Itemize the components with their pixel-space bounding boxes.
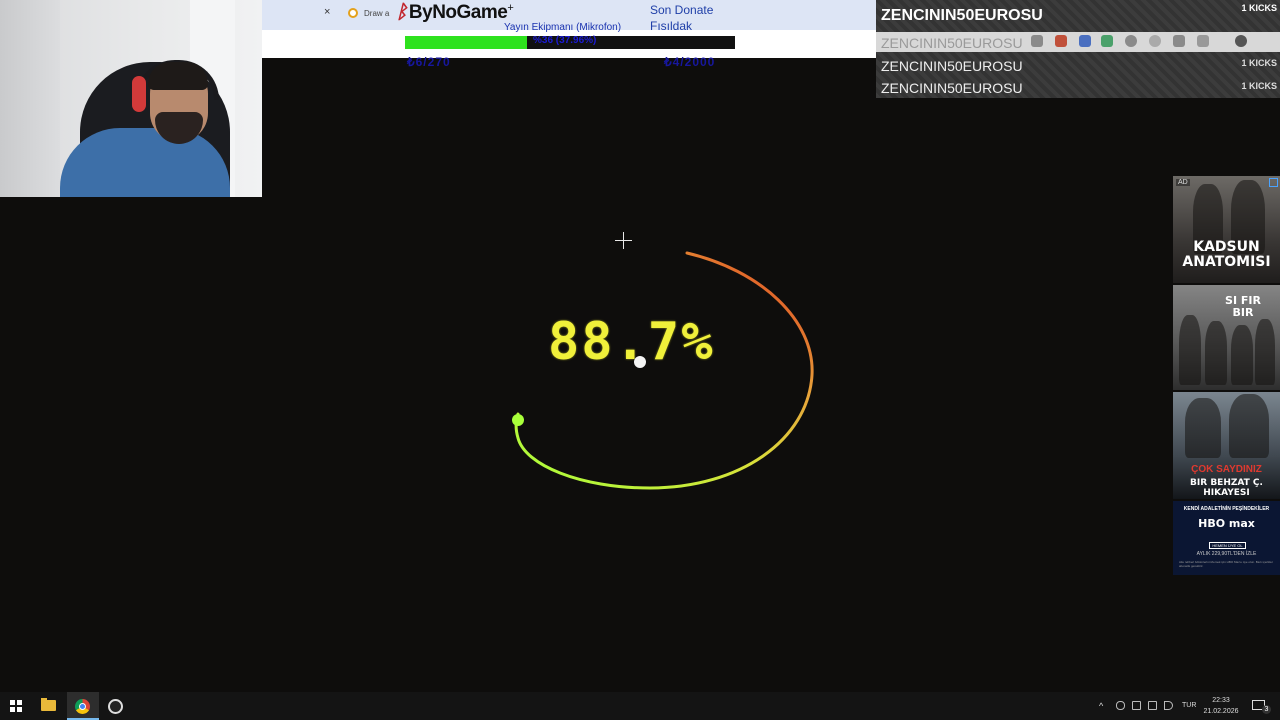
windows-start-icon bbox=[10, 700, 22, 712]
ad-title: BIR BEHZAT Ç. HIKAYESI bbox=[1190, 478, 1263, 498]
ad-banner[interactable]: KENDİ ADALETİNİN PEŞİNDEKİLER HBO max HE… bbox=[1173, 501, 1280, 575]
crosshair-cursor-icon bbox=[615, 232, 632, 249]
ad-price: AYLIK 229,90TL'DEN İZLE bbox=[1196, 551, 1257, 557]
chrome-icon bbox=[75, 699, 90, 714]
ad-tagline: KENDİ ADALETİNİN PEŞİNDEKİLER bbox=[1183, 506, 1270, 512]
taskbar-file-explorer[interactable] bbox=[33, 692, 65, 720]
notification-count: 3 bbox=[1262, 705, 1271, 714]
circle-accuracy-score: 88.7% bbox=[548, 312, 715, 372]
adchoices-icon[interactable] bbox=[1269, 178, 1278, 187]
clock-time: 22:33 bbox=[1212, 697, 1230, 704]
ad-title: SI FIR BIR bbox=[1225, 294, 1261, 319]
ad-cta-button[interactable]: HEMEN ÜYE OL bbox=[1209, 542, 1246, 549]
ad-subtitle: ÇOK SAYDINIZ bbox=[1191, 464, 1262, 475]
ad-title: KADSUN ANATOMISI bbox=[1182, 239, 1271, 270]
ad-banner[interactable]: SI FIR BIR bbox=[1173, 285, 1280, 390]
ad-fine-print: Aile rehberi bölümlerini izlemek için HB… bbox=[1179, 560, 1273, 568]
ad-badge: AD bbox=[1176, 179, 1190, 186]
folder-icon bbox=[41, 698, 56, 711]
clock-date: 21.02.2026 bbox=[1203, 708, 1239, 715]
taskbar-obs[interactable] bbox=[100, 692, 132, 720]
taskbar: ^ TUR 22:33 21.02.2026 3 bbox=[0, 692, 1280, 720]
ad-banner[interactable]: ÇOK SAYDINIZ BIR BEHZAT Ç. HIKAYESI bbox=[1173, 392, 1280, 499]
ad-figure bbox=[1205, 321, 1227, 385]
ad-figure bbox=[1255, 319, 1275, 385]
circle-center-dot bbox=[634, 356, 646, 368]
ad-figure bbox=[1229, 394, 1269, 458]
ad-figure bbox=[1179, 315, 1201, 385]
volume-icon[interactable] bbox=[1164, 701, 1173, 710]
ad-figure bbox=[1231, 325, 1253, 385]
network-icon[interactable] bbox=[1148, 701, 1157, 710]
ad-banner[interactable]: AD KADSUN ANATOMISI bbox=[1173, 176, 1280, 283]
taskbar-chrome[interactable] bbox=[67, 692, 99, 720]
microphone-icon[interactable] bbox=[1116, 701, 1125, 710]
obs-icon bbox=[108, 699, 123, 714]
hbo-max-logo: HBO max bbox=[1198, 517, 1255, 530]
start-button[interactable] bbox=[0, 692, 32, 720]
drawn-circle-start-blob bbox=[512, 414, 524, 426]
ad-figure bbox=[1185, 398, 1221, 458]
bluetooth-icon[interactable] bbox=[1132, 701, 1141, 710]
clock[interactable]: 22:33 21.02.2026 bbox=[1198, 695, 1244, 717]
input-language[interactable]: TUR bbox=[1182, 702, 1196, 709]
chevron-up-icon[interactable]: ^ bbox=[1099, 701, 1103, 711]
